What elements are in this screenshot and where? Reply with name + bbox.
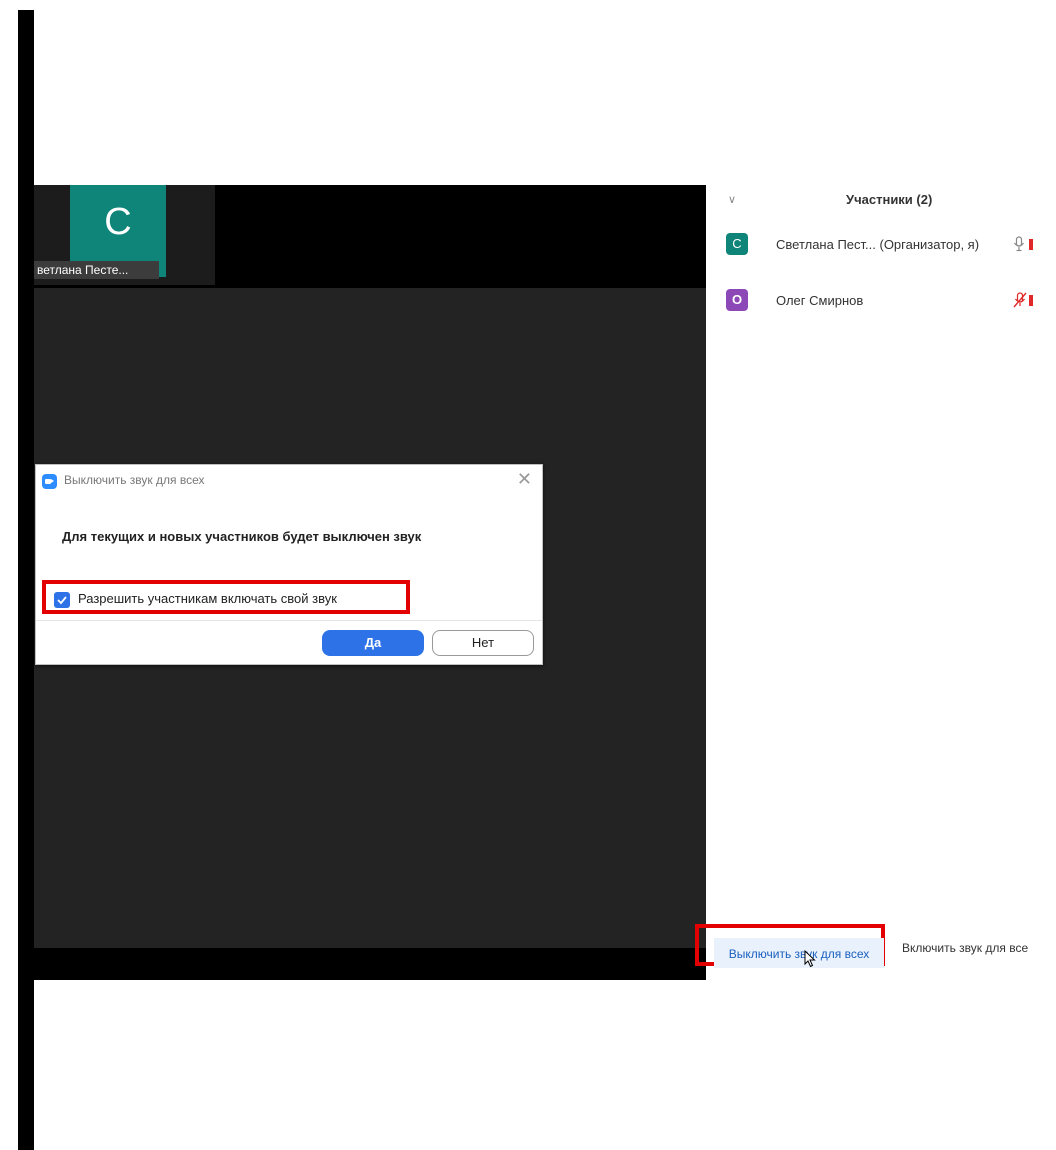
allow-unmute-checkbox[interactable] (54, 592, 70, 608)
close-icon[interactable]: ✕ (517, 469, 532, 490)
zoom-logo-icon (42, 474, 57, 489)
checkmark-icon (57, 596, 67, 605)
checkbox-label: Разрешить участникам включать свой звук (78, 591, 337, 606)
dialog-message: Для текущих и новых участников будет вык… (62, 529, 422, 544)
mouse-cursor-icon (804, 950, 816, 968)
avatar: О (726, 289, 748, 311)
participants-footer: Выключить звук для всех Включить звук дл… (695, 924, 1056, 968)
dialog-title: Выключить звук для всех (64, 473, 205, 487)
participant-name: Олег Смирнов (776, 293, 864, 308)
thumbnail-name-label: ветлана Песте... (34, 261, 159, 279)
participant-row[interactable]: С Светлана Пест... (Организатор, я) (726, 233, 1056, 257)
video-off-icon[interactable] (1029, 239, 1033, 250)
participant-name: Светлана Пест... (Организатор, я) (776, 237, 980, 252)
mic-icon[interactable] (1013, 236, 1025, 252)
divider (36, 620, 542, 621)
video-off-icon[interactable] (1029, 295, 1033, 306)
participant-row[interactable]: О Олег Смирнов (726, 289, 1056, 313)
thumbnail-initial: С (104, 201, 132, 243)
yes-button[interactable]: Да (322, 630, 424, 656)
participants-title: Участники (2) (846, 192, 933, 207)
mic-muted-icon[interactable] (1013, 292, 1027, 308)
chevron-down-icon[interactable]: ∨ (728, 193, 736, 206)
thumbnail-strip: С ветлана Песте... (34, 185, 215, 285)
unmute-all-button[interactable]: Включить звук для все (902, 941, 1028, 955)
mute-all-button[interactable]: Выключить звук для всех (714, 938, 884, 968)
left-frame-bar (18, 10, 34, 1150)
participants-panel: ∨ Участники (2) С Светлана Пест... (Орга… (695, 185, 1056, 980)
mute-all-dialog: Выключить звук для всех ✕ Для текущих и … (35, 464, 543, 665)
avatar: С (726, 233, 748, 255)
no-button[interactable]: Нет (432, 630, 534, 656)
allow-unmute-option[interactable]: Разрешить участникам включать свой звук (42, 580, 410, 614)
